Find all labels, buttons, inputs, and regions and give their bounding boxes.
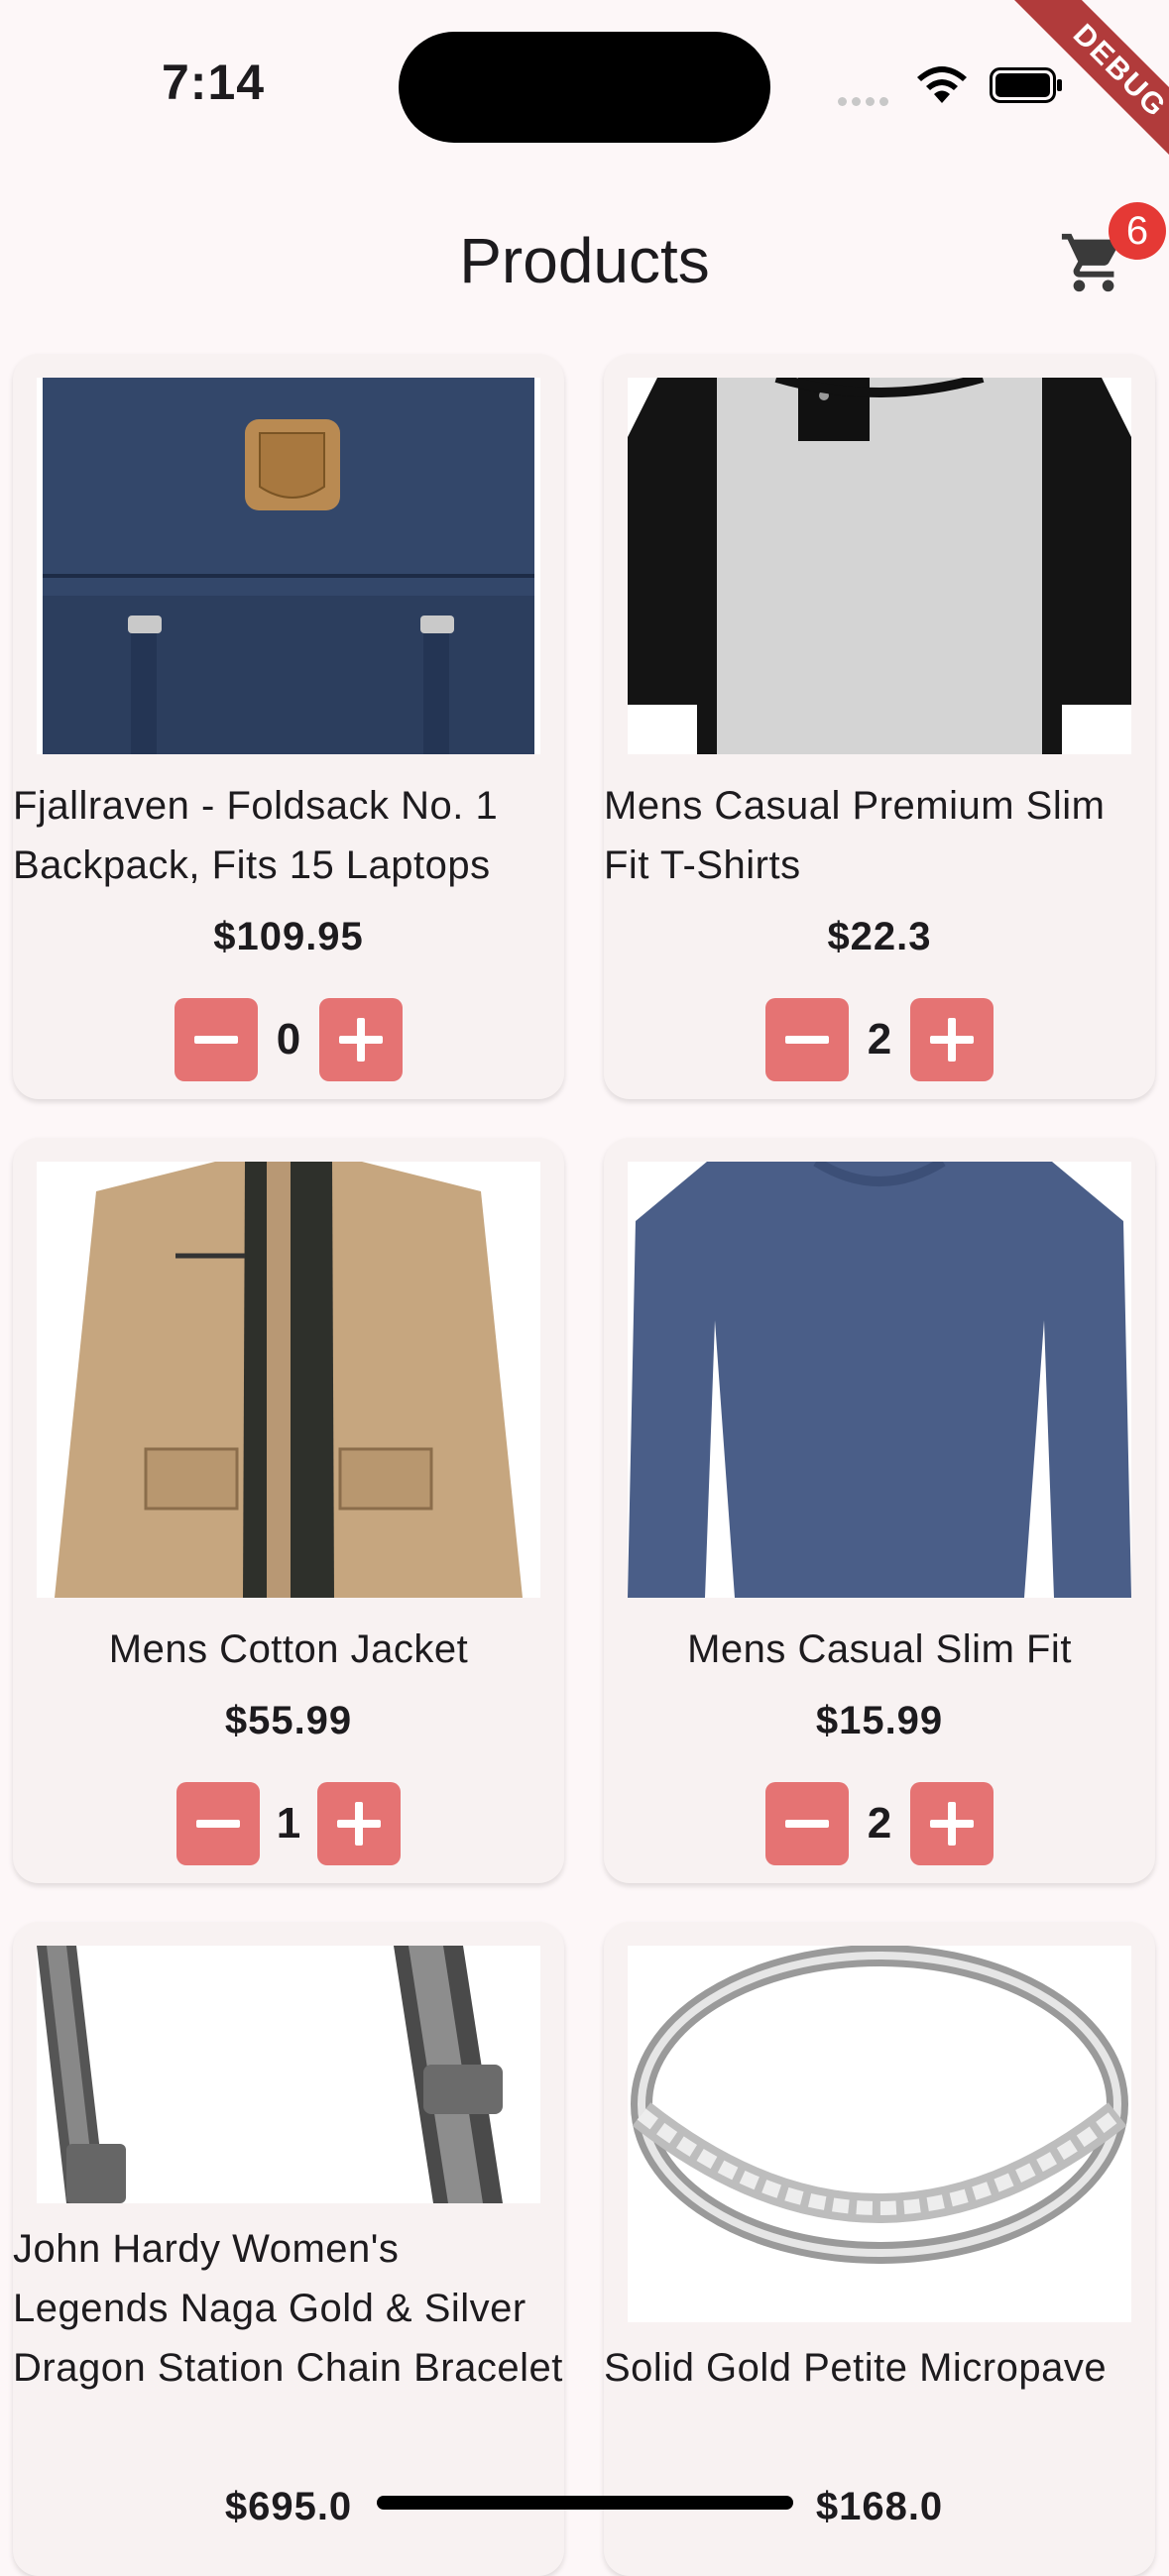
app-bar: Products 6 — [0, 178, 1169, 337]
home-indicator[interactable] — [377, 2496, 793, 2510]
increment-button[interactable] — [910, 1782, 994, 1865]
decrement-button[interactable] — [176, 1782, 260, 1865]
product-card[interactable]: Mens Casual Slim Fit $15.99 2 — [604, 1138, 1155, 1883]
product-image-longsleeve — [628, 1162, 1131, 1598]
minus-icon — [785, 1820, 829, 1828]
product-image-tshirt — [628, 378, 1131, 754]
product-card[interactable]: Solid Gold Petite Micropave $168.0 — [604, 1922, 1155, 2576]
status-time: 7:14 — [162, 55, 266, 110]
product-image-jacket — [37, 1162, 540, 1598]
quantity-stepper: 2 — [604, 1782, 1155, 1865]
product-image-bracelet — [37, 1946, 540, 2203]
page-title: Products — [459, 225, 710, 296]
quantity-value: 1 — [276, 1799, 301, 1848]
product-title: Solid Gold Petite Micropave — [604, 2346, 1108, 2390]
product-price: $15.99 — [815, 1699, 944, 1742]
product-price: $22.3 — [827, 915, 932, 958]
debug-banner: DEBUG — [971, 0, 1169, 198]
product-title: Mens Cotton Jacket — [108, 1627, 469, 1671]
increment-button[interactable] — [319, 998, 403, 1081]
quantity-value: 2 — [867, 1015, 892, 1064]
product-title: Fjallraven - Foldsack No. 1 Backpack, Fi… — [13, 784, 499, 887]
product-card[interactable]: Fjallraven - Foldsack No. 1 Backpack, Fi… — [13, 354, 564, 1099]
debug-label: DEBUG — [1011, 0, 1169, 179]
quantity-stepper: 2 — [604, 998, 1155, 1081]
quantity-stepper: 1 — [13, 1782, 564, 1865]
quantity-value: 2 — [867, 1799, 892, 1848]
product-title: Mens Casual Slim Fit — [687, 1627, 1072, 1671]
product-price: $109.95 — [213, 915, 364, 958]
cart-count-badge: 6 — [1109, 202, 1166, 260]
product-title: Mens Casual Premium Slim Fit T-Shirts — [604, 784, 1106, 887]
product-title: John Hardy Women's Legends Naga Gold & S… — [13, 2227, 563, 2390]
increment-button[interactable] — [910, 998, 994, 1081]
decrement-button[interactable] — [765, 998, 849, 1081]
minus-icon — [194, 1036, 238, 1044]
product-card[interactable]: Mens Casual Premium Slim Fit T-Shirts $2… — [604, 354, 1155, 1099]
increment-button[interactable] — [317, 1782, 401, 1865]
minus-icon — [196, 1820, 240, 1828]
product-image-ring — [628, 1946, 1131, 2322]
product-card[interactable]: John Hardy Women's Legends Naga Gold & S… — [13, 1922, 564, 2576]
cellular-signal-icon — [838, 93, 893, 111]
decrement-button[interactable] — [175, 998, 258, 1081]
dynamic-island — [399, 32, 770, 143]
wifi-icon — [917, 66, 967, 103]
product-card[interactable]: Mens Cotton Jacket $55.99 1 — [13, 1138, 564, 1883]
quantity-stepper: 0 — [13, 998, 564, 1081]
product-image-backpack — [37, 378, 540, 754]
quantity-value: 0 — [276, 1015, 301, 1064]
minus-icon — [785, 1036, 829, 1044]
decrement-button[interactable] — [765, 1782, 849, 1865]
product-price: $55.99 — [224, 1699, 353, 1742]
